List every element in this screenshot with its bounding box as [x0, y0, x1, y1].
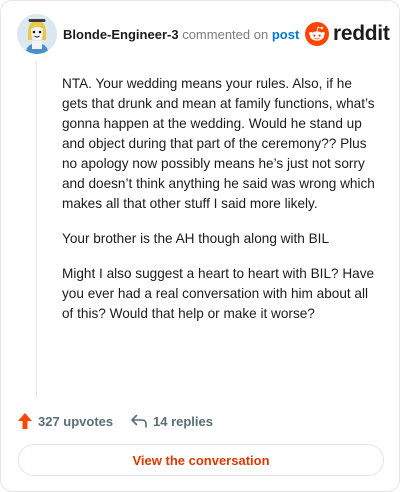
- reddit-wordmark: reddit: [333, 22, 390, 45]
- avatar[interactable]: [17, 14, 57, 54]
- reddit-brand[interactable]: reddit: [305, 20, 390, 48]
- comment-paragraph: Might I also suggest a heart to heart wi…: [62, 266, 375, 321]
- comment-paragraph: Your brother is the AH though along with…: [62, 231, 330, 246]
- comment-byline: Blonde-Engineer-3 commented on post: [63, 27, 299, 43]
- upvote-button[interactable]: 327 upvotes: [17, 410, 113, 432]
- view-conversation-button[interactable]: View the conversation: [18, 444, 384, 476]
- comment-header: Blonde-Engineer-3 commented on post redd…: [17, 14, 390, 54]
- author-name[interactable]: Blonde-Engineer-3: [63, 27, 179, 42]
- embedded-comment-card: Blonde-Engineer-3 commented on post redd…: [0, 0, 400, 492]
- upvote-count: 327 upvotes: [38, 413, 114, 429]
- reddit-snoo-icon: [305, 22, 329, 46]
- post-link[interactable]: post: [272, 27, 299, 42]
- comment-actions: 327 upvotes 14 replies: [17, 410, 385, 432]
- reply-arrow-icon: [131, 414, 147, 428]
- comment-paragraph: NTA. Your wedding means your rules. Also…: [62, 76, 375, 211]
- thread-line: [36, 61, 37, 398]
- upvote-arrow-icon: [18, 413, 32, 429]
- commented-on-text: commented on: [182, 27, 269, 42]
- replies-button[interactable]: 14 replies: [130, 410, 213, 432]
- comment-body: NTA. Your wedding means your rules. Also…: [62, 74, 380, 339]
- reply-count: 14 replies: [153, 413, 213, 429]
